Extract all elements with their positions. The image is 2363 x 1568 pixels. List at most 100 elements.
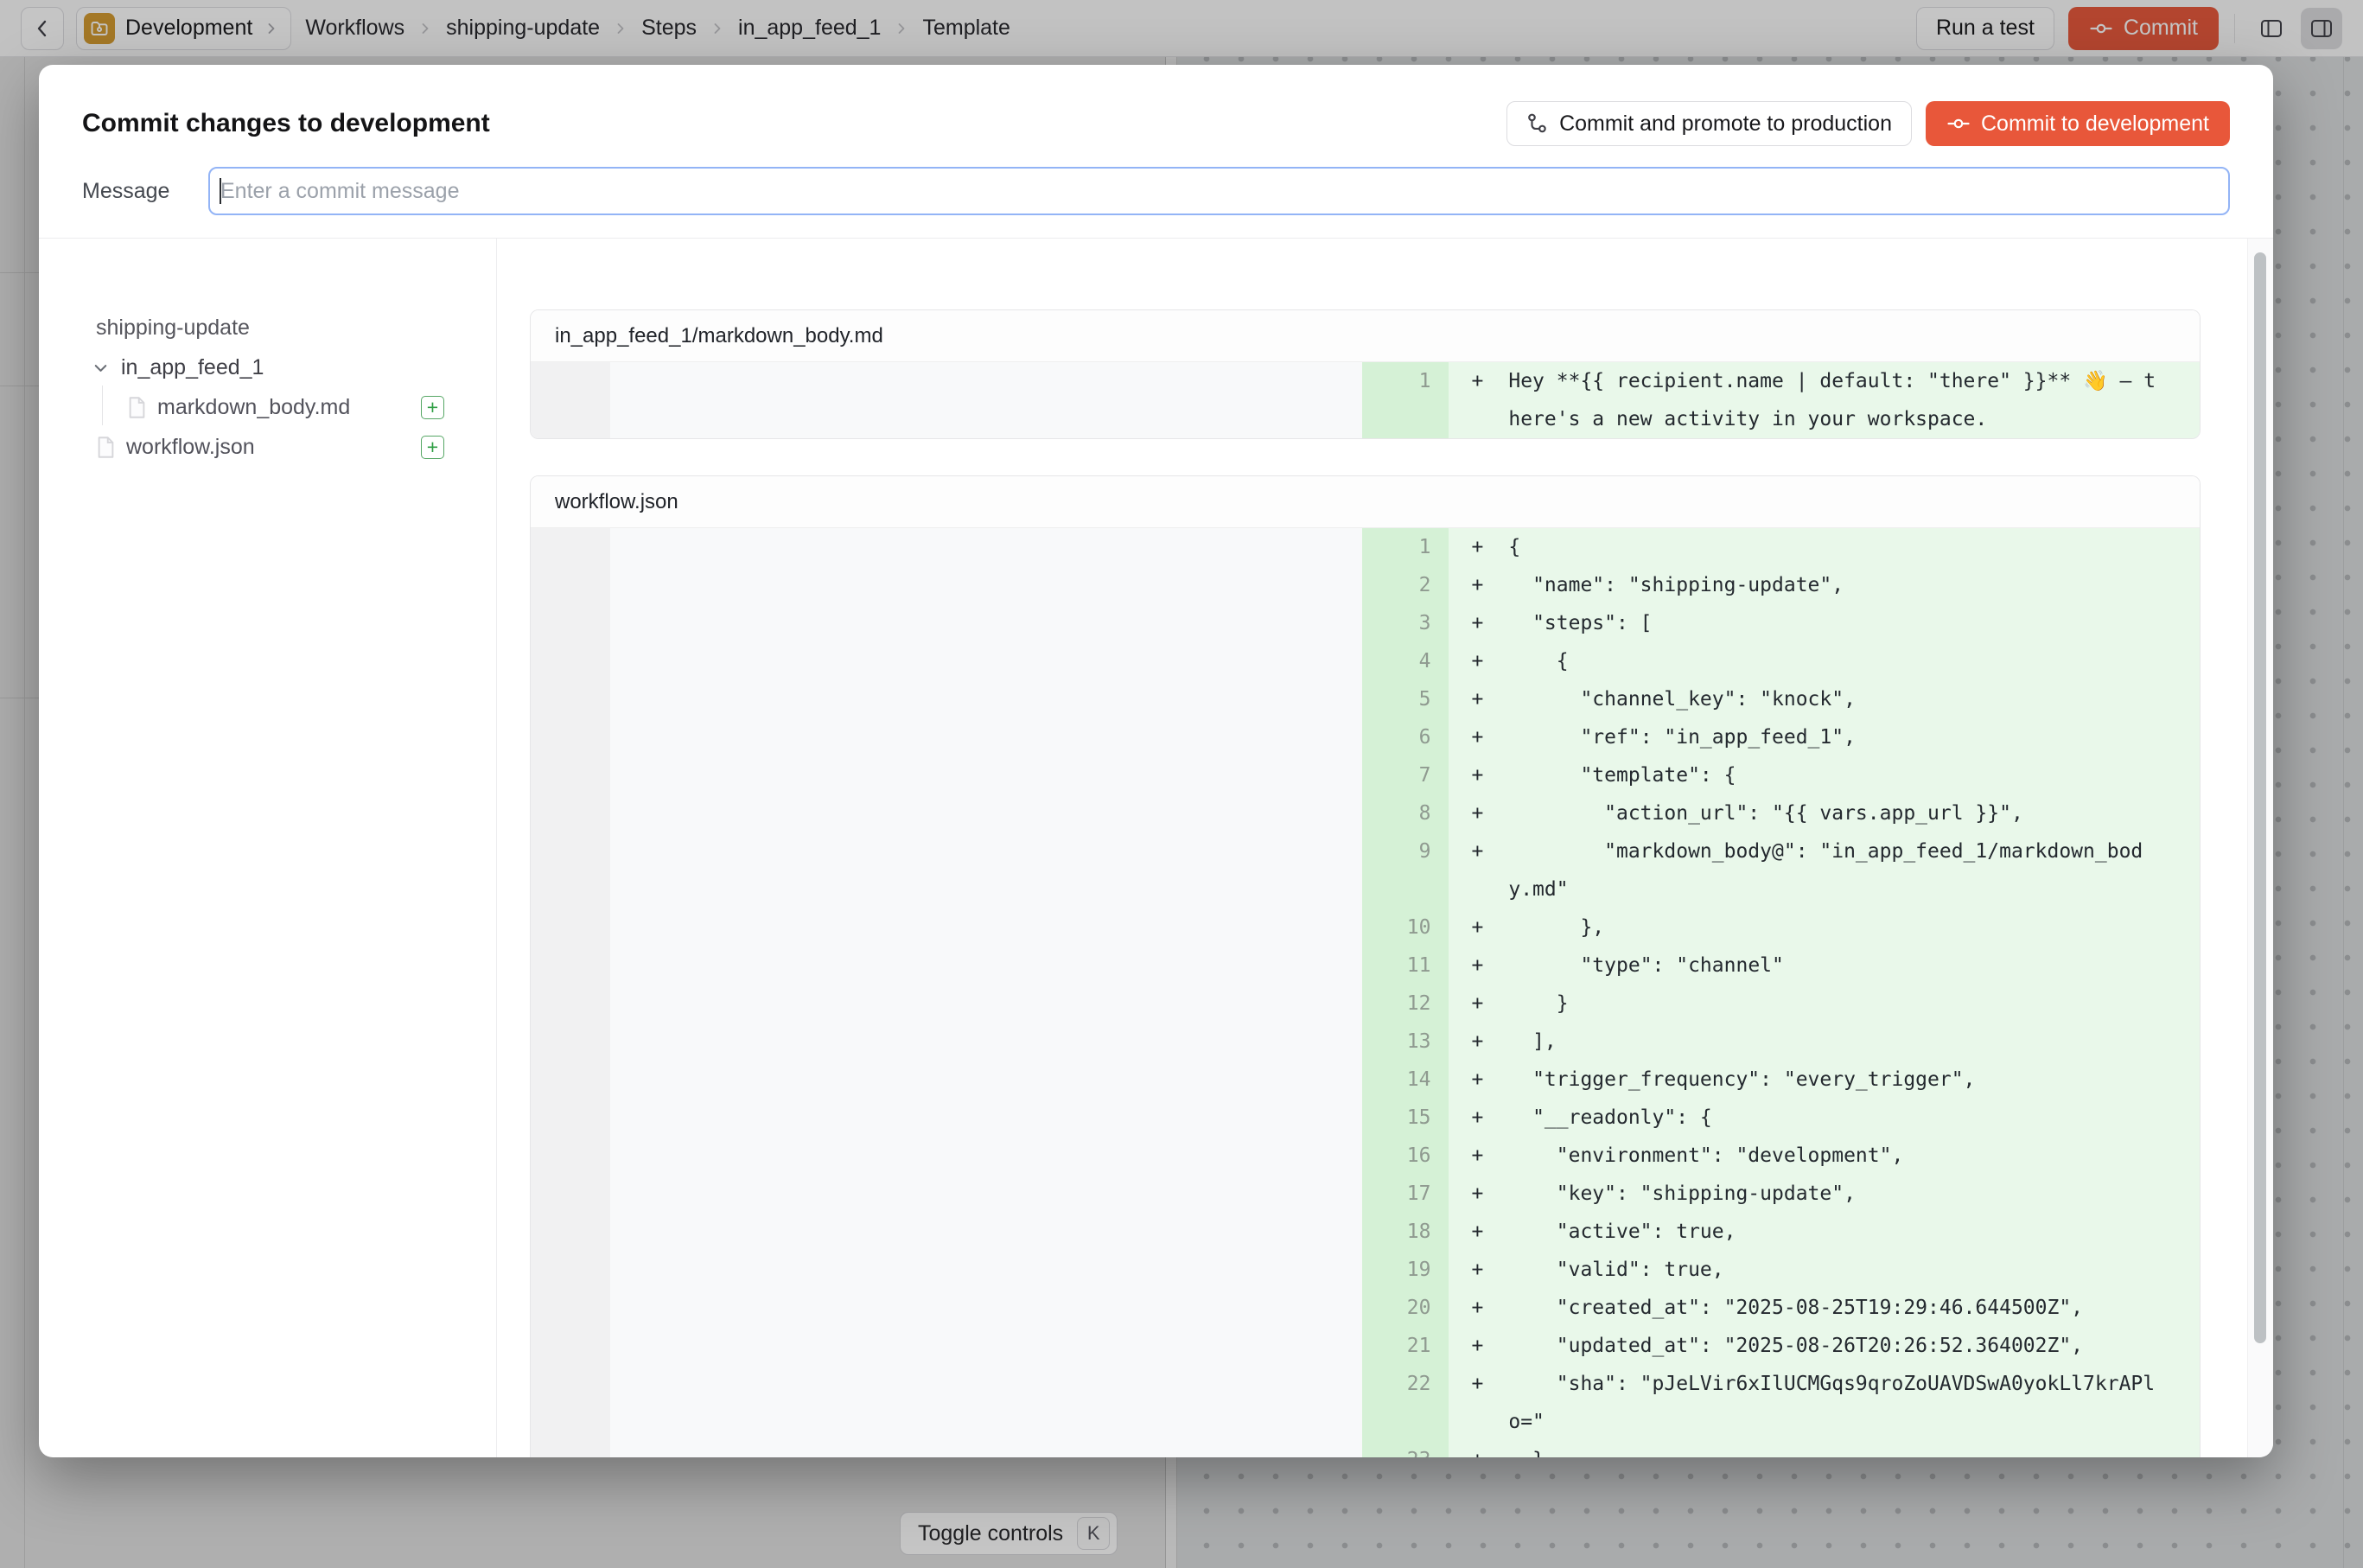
diff-added-sign: + bbox=[1449, 985, 1484, 1023]
tree-folder-in_app_feed_1[interactable]: in_app_feed_1 bbox=[91, 347, 444, 387]
diff-code-text: "name": "shipping-update", bbox=[1483, 566, 2200, 604]
diff-line-number: 19 bbox=[1362, 1251, 1449, 1289]
tree-file-label: workflow.json bbox=[126, 435, 255, 460]
diff-line: 14+ "trigger_frequency": "every_trigger"… bbox=[531, 1061, 2200, 1099]
diff-line-number: 14 bbox=[1362, 1061, 1449, 1099]
tree-file-workflow.json[interactable]: workflow.json + bbox=[91, 427, 444, 467]
diff-line: 5+ "channel_key": "knock", bbox=[531, 680, 2200, 718]
diff-line: 13+ ], bbox=[531, 1023, 2200, 1061]
tree-root-workflow: shipping-update bbox=[91, 308, 444, 347]
diff-old-code bbox=[610, 528, 1362, 566]
modal-scrollbar-thumb[interactable] bbox=[2254, 252, 2266, 1343]
diff-line: 12+ } bbox=[531, 985, 2200, 1023]
diff-old-gutter bbox=[531, 1365, 610, 1441]
diff-code-text: }, bbox=[1483, 908, 2200, 947]
git-commit-icon bbox=[1946, 112, 1971, 136]
diff-added-sign: + bbox=[1449, 1441, 1484, 1457]
diff-old-code bbox=[610, 1175, 1362, 1213]
tree-root-label: shipping-update bbox=[96, 316, 250, 341]
diff-line-number: 21 bbox=[1362, 1327, 1449, 1365]
commit-message-input[interactable] bbox=[208, 167, 2230, 215]
diff-code-text: Hey **{{ recipient.name | default: "ther… bbox=[1483, 362, 2200, 438]
diff-old-gutter bbox=[531, 1137, 610, 1175]
diff-line-number: 6 bbox=[1362, 718, 1449, 756]
diff-added-sign: + bbox=[1449, 1327, 1484, 1365]
diff-added-sign: + bbox=[1449, 1213, 1484, 1251]
diff-filename: workflow.json bbox=[531, 476, 2200, 528]
diff-new-code: + "valid": true, bbox=[1449, 1251, 2201, 1289]
tree-file-markdown_body.md[interactable]: markdown_body.md+ bbox=[91, 387, 444, 427]
commit-modal-body: shipping-update in_app_feed_1 markdown_bo… bbox=[39, 239, 2273, 1457]
diff-line: 15+ "__readonly": { bbox=[531, 1099, 2200, 1137]
diff-line-number: 15 bbox=[1362, 1099, 1449, 1137]
commit-and-promote-label: Commit and promote to production bbox=[1559, 112, 1892, 137]
plus-square-icon: + bbox=[421, 436, 444, 459]
diff-old-gutter bbox=[531, 794, 610, 832]
diff-line: 10+ }, bbox=[531, 908, 2200, 947]
document-icon bbox=[127, 396, 147, 419]
git-promote-icon bbox=[1526, 112, 1549, 135]
diff-code-text: "channel_key": "knock", bbox=[1483, 680, 2200, 718]
diff-line: 8+ "action_url": "{{ vars.app_url }}", bbox=[531, 794, 2200, 832]
diff-old-gutter bbox=[531, 680, 610, 718]
diff-code-text: "markdown_body@": "in_app_feed_1/markdow… bbox=[1483, 832, 2200, 908]
diff-old-gutter bbox=[531, 985, 610, 1023]
diff-code-text: "active": true, bbox=[1483, 1213, 2200, 1251]
diff-old-code bbox=[610, 794, 1362, 832]
commit-to-development-button[interactable]: Commit to development bbox=[1926, 101, 2230, 146]
diff-old-gutter bbox=[531, 1289, 610, 1327]
app-screen: Development Workflowsshipping-updateStep… bbox=[0, 0, 2363, 1568]
diff-old-gutter bbox=[531, 1061, 610, 1099]
diff-code-text: "template": { bbox=[1483, 756, 2200, 794]
diff-code-text: "valid": true, bbox=[1483, 1251, 2200, 1289]
commit-modal: Commit changes to development Commit and… bbox=[39, 65, 2273, 1457]
diff-new-code: + "template": { bbox=[1449, 756, 2201, 794]
diff-added-sign: + bbox=[1449, 908, 1484, 947]
diff-line: 19+ "valid": true, bbox=[531, 1251, 2200, 1289]
diff-old-code bbox=[610, 756, 1362, 794]
commit-modal-header: Commit changes to development Commit and… bbox=[39, 65, 2273, 239]
modal-scrollbar-track[interactable] bbox=[2247, 239, 2273, 1457]
diff-line-number: 1 bbox=[1362, 362, 1449, 438]
diff-new-code: + ], bbox=[1449, 1023, 2201, 1061]
diff-line-number: 9 bbox=[1362, 832, 1449, 908]
diff-line: 20+ "created_at": "2025-08-25T19:29:46.6… bbox=[531, 1289, 2200, 1327]
diff-new-code: +{ bbox=[1449, 528, 2201, 566]
diff-line-number: 2 bbox=[1362, 566, 1449, 604]
diff-code-text: "ref": "in_app_feed_1", bbox=[1483, 718, 2200, 756]
diff-code-text: { bbox=[1483, 642, 2200, 680]
diff-added-sign: + bbox=[1449, 642, 1484, 680]
diff-old-code bbox=[610, 642, 1362, 680]
modal-title: Commit changes to development bbox=[82, 109, 490, 138]
diff-added-sign: + bbox=[1449, 1251, 1484, 1289]
diff-filename: in_app_feed_1/markdown_body.md bbox=[531, 310, 2200, 362]
diff-new-code: + "environment": "development", bbox=[1449, 1137, 2201, 1175]
diff-added-sign: + bbox=[1449, 1365, 1484, 1403]
diff-old-gutter bbox=[531, 947, 610, 985]
diff-code-text: { bbox=[1483, 528, 2200, 566]
diff-code-text: "environment": "development", bbox=[1483, 1137, 2200, 1175]
diff-old-code bbox=[610, 1251, 1362, 1289]
diff-new-code: + "created_at": "2025-08-25T19:29:46.644… bbox=[1449, 1289, 2201, 1327]
diff-old-gutter bbox=[531, 1441, 610, 1457]
diff-old-gutter bbox=[531, 362, 610, 438]
diff-old-gutter bbox=[531, 642, 610, 680]
diff-new-code: + "updated_at": "2025-08-26T20:26:52.364… bbox=[1449, 1327, 2201, 1365]
tree-folder-label: in_app_feed_1 bbox=[121, 355, 264, 380]
diff-line-number: 1 bbox=[1362, 528, 1449, 566]
diff-line-number: 3 bbox=[1362, 604, 1449, 642]
diff-code-text: "type": "channel" bbox=[1483, 947, 2200, 985]
diff-old-code bbox=[610, 1099, 1362, 1137]
diff-code-text: } bbox=[1483, 985, 2200, 1023]
diff-line-number: 8 bbox=[1362, 794, 1449, 832]
diff-old-code bbox=[610, 362, 1362, 438]
diff-line: 3+ "steps": [ bbox=[531, 604, 2200, 642]
diff-line-number: 18 bbox=[1362, 1213, 1449, 1251]
diff-list: in_app_feed_1/markdown_body.md1+Hey **{{… bbox=[497, 239, 2247, 1457]
diff-code-text: } bbox=[1483, 1441, 2200, 1457]
diff-line-number: 10 bbox=[1362, 908, 1449, 947]
commit-message-field bbox=[208, 167, 2230, 215]
diff-line: 22+ "sha": "pJeLVir6xIlUCMGqs9qroZoUAVDS… bbox=[531, 1365, 2200, 1441]
diff-line: 7+ "template": { bbox=[531, 756, 2200, 794]
commit-and-promote-button[interactable]: Commit and promote to production bbox=[1506, 101, 1912, 146]
